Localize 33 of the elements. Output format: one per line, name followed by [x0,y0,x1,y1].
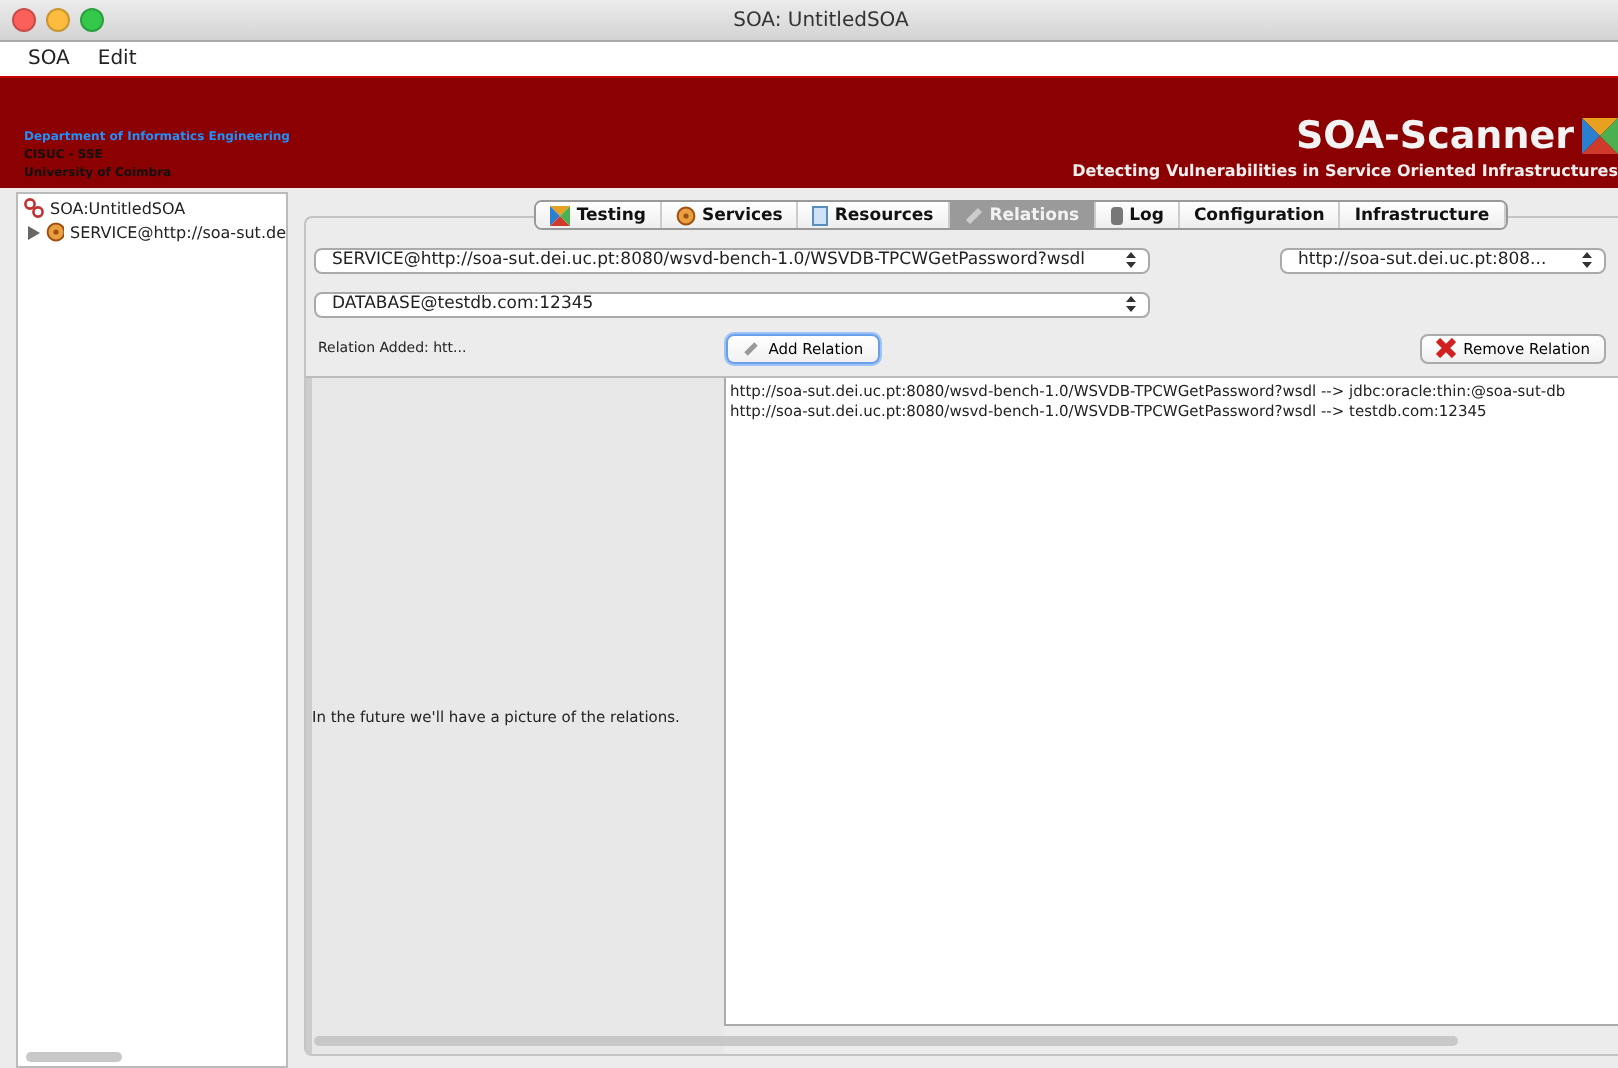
database-dropdown[interactable]: DATABASE@testdb.com:12345 [314,291,1150,317]
window-control[interactable] [46,8,70,32]
service-dropdown[interactable]: SERVICE@http://soa-sut.dei.uc.pt:8080/wsvd-bench-1.0/WSVDB-TPCWGetPassword?wsdl [314,247,1150,273]
dropdown-arrows-icon [1126,252,1136,268]
dropdown-arrows-icon [1582,252,1592,268]
tab[interactable]: Testing [536,202,662,228]
scrollbar[interactable] [26,1052,122,1062]
menu-item[interactable]: SOA [28,48,70,70]
app-title: SOA-Scanner [1296,114,1574,158]
endpoint-dropdown[interactable]: http://soa-sut.dei.uc.pt:808... [1280,247,1606,273]
tab[interactable]: Log [1095,202,1180,228]
tab[interactable]: Services [661,202,799,228]
wheel-icon [675,205,696,225]
colorful-square-icon [1582,118,1618,154]
document-icon [812,205,829,225]
menu-item[interactable]: Edit [97,48,137,70]
collapsed-arrow-icon[interactable] [28,225,40,239]
dropdown-arrows-icon [1126,296,1136,312]
window-title: SOA: UntitledSOA [733,9,911,31]
tree-item[interactable]: SERVICE@http://soa-sut.de [18,218,286,242]
cylinder-icon [1109,205,1124,225]
tree-item[interactable]: SOA:UntitledSOA [18,194,286,218]
window-control[interactable] [12,8,36,32]
chain-icon [24,198,44,218]
x-icon [1435,338,1456,358]
scrollbar[interactable] [314,1036,1458,1046]
tab[interactable]: Resources [798,202,950,228]
window-control[interactable] [80,8,104,32]
tab[interactable]: Infrastructure [1340,202,1506,228]
colorful-square-icon [550,205,571,225]
tab[interactable]: Configuration [1179,202,1341,228]
app-subtitle: Detecting Vulnerabilities in Service Oriented Infrastructures [1072,162,1618,180]
wheel-icon [45,222,64,242]
